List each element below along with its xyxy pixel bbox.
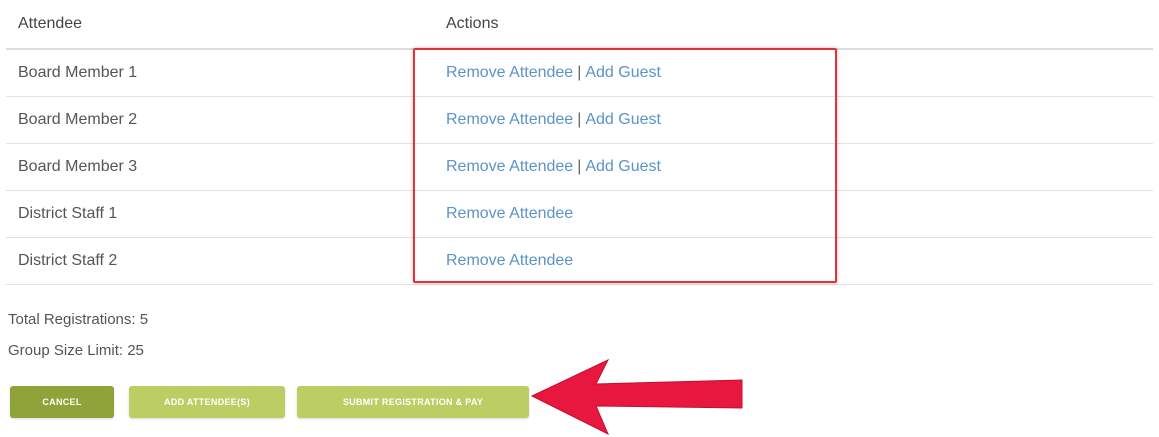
cancel-button[interactable]: CANCEL	[10, 386, 114, 418]
group-size-limit: Group Size Limit: 25	[8, 342, 144, 359]
attendee-name: Board Member 2	[18, 111, 138, 128]
add-guest-link[interactable]: Add Guest	[585, 111, 661, 128]
attendee-name: District Staff 1	[18, 205, 118, 222]
row-actions: Remove Attendee | Add Guest	[446, 111, 661, 129]
header-attendee: Attendee	[18, 15, 83, 32]
table-row: Board Member 3 Remove Attendee | Add Guest	[6, 144, 1153, 191]
remove-attendee-link[interactable]: Remove Attendee	[446, 64, 573, 81]
header-actions: Actions	[446, 15, 499, 32]
attendee-table: Attendee Actions Board Member 1 Remove A…	[6, 0, 1153, 285]
row-actions: Remove Attendee | Add Guest	[446, 64, 661, 82]
action-separator: |	[577, 158, 582, 175]
total-registrations: Total Registrations: 5	[8, 311, 149, 328]
table-row: Board Member 1 Remove Attendee | Add Guest	[6, 50, 1153, 97]
row-actions: Remove Attendee | Add Guest	[446, 158, 661, 176]
table-row: District Staff 2 Remove Attendee	[6, 238, 1153, 285]
add-attendees-button[interactable]: ADD ATTENDEE(S)	[129, 386, 285, 418]
add-guest-link[interactable]: Add Guest	[585, 158, 661, 175]
remove-attendee-link[interactable]: Remove Attendee	[446, 158, 573, 175]
attendee-name: Board Member 3	[18, 158, 138, 175]
row-actions: Remove Attendee	[446, 205, 573, 223]
table-row: Board Member 2 Remove Attendee | Add Guest	[6, 97, 1153, 144]
table-row: District Staff 1 Remove Attendee	[6, 191, 1153, 238]
remove-attendee-link[interactable]: Remove Attendee	[446, 252, 573, 269]
attendee-name: Board Member 1	[18, 64, 138, 81]
remove-attendee-link[interactable]: Remove Attendee	[446, 111, 573, 128]
attendee-name: District Staff 2	[18, 252, 118, 269]
left-arrow-icon	[530, 358, 743, 436]
table-header-row: Attendee Actions	[6, 0, 1153, 50]
row-actions: Remove Attendee	[446, 252, 573, 270]
action-separator: |	[577, 64, 582, 81]
action-separator: |	[577, 111, 582, 128]
add-guest-link[interactable]: Add Guest	[585, 64, 661, 81]
remove-attendee-link[interactable]: Remove Attendee	[446, 205, 573, 222]
submit-registration-pay-button[interactable]: SUBMIT REGISTRATION & PAY	[297, 386, 529, 418]
